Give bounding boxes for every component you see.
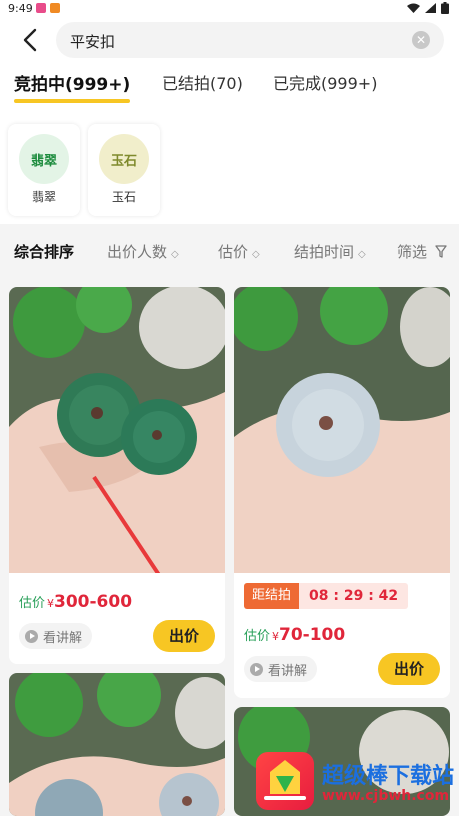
status-time: 9:49 — [8, 2, 33, 15]
play-icon — [25, 629, 38, 643]
search-input[interactable]: 平安扣 ✕ — [56, 22, 444, 58]
category-jadeite[interactable]: 翡翠 翡翠 — [8, 124, 80, 216]
play-icon — [250, 662, 263, 676]
watch-lecture-button[interactable]: 看讲解 — [19, 623, 93, 649]
currency-symbol: ¥ — [47, 597, 55, 610]
jade-donut-photo — [9, 673, 225, 816]
sort-filter-bar: 综合排序 出价人数 ◇ 估价 ◇ 结拍时间 ◇ 筛选 — [0, 224, 459, 276]
price-value: 70-100 — [279, 625, 346, 645]
category-label: 玉石 — [111, 190, 136, 204]
tab-ended[interactable]: 已结拍(70) — [162, 70, 243, 94]
sort-estimate[interactable]: 估价 ◇ — [218, 241, 260, 262]
wifi-icon — [407, 3, 420, 13]
product-card[interactable]: 估价 ¥ 300-600 看讲解 出价 — [9, 287, 225, 664]
search-header: 平安扣 ✕ — [0, 18, 459, 62]
jade-stone-logo-text: 玉石 — [110, 153, 137, 169]
battery-icon — [441, 2, 449, 14]
watch-lecture-button[interactable]: 看讲解 — [244, 656, 318, 682]
currency-symbol: ¥ — [272, 630, 280, 643]
search-query: 平安扣 — [70, 33, 116, 51]
status-bar: 9:49 — [0, 0, 459, 18]
countdown-timer: 08 : 29 : 42 — [299, 583, 409, 609]
filter-label: 筛选 — [397, 243, 428, 261]
estimate-label: 估价 — [19, 596, 46, 611]
sort-toggle-icon: ◇ — [358, 249, 366, 260]
sort-bidders-label: 出价人数 — [107, 243, 168, 261]
category-label: 翡翠 — [31, 190, 56, 204]
sort-bidders[interactable]: 出价人数 ◇ — [107, 241, 179, 262]
download-arrow-icon — [264, 760, 306, 800]
product-card[interactable] — [9, 673, 225, 816]
sort-end-time-label: 结拍时间 — [294, 243, 355, 261]
sort-label: 综合排序 — [14, 243, 75, 261]
category-jade-stone[interactable]: 玉石 玉石 — [88, 124, 160, 216]
tab-bidding[interactable]: 竞拍中(999+) — [14, 70, 131, 103]
notification-icons — [36, 3, 60, 13]
signal-icon — [425, 3, 436, 13]
jadeite-logo-text: 翡翠 — [30, 153, 57, 169]
jadeite-category-image: 翡翠 — [19, 134, 69, 184]
app-notification-icon — [36, 3, 46, 13]
status-tabs: 竞拍中(999+) 已结拍(70) 已完成(999+) — [0, 62, 459, 112]
lecture-label: 看讲解 — [43, 630, 83, 646]
watermark-url: www.cjbwh.com — [322, 788, 450, 804]
countdown: 距结拍 08 : 29 : 42 — [244, 583, 409, 609]
product-image[interactable] — [9, 673, 225, 816]
funnel-icon — [435, 245, 447, 258]
product-image[interactable] — [234, 287, 450, 573]
chevron-left-icon — [23, 28, 37, 52]
sort-end-time[interactable]: 结拍时间 ◇ — [294, 241, 366, 262]
lecture-label: 看讲解 — [268, 663, 308, 679]
sort-toggle-icon: ◇ — [252, 249, 260, 260]
system-icons — [407, 2, 449, 14]
back-button[interactable] — [14, 24, 46, 56]
watermark-name: 超级棒下载站 — [322, 764, 455, 789]
bid-button[interactable]: 出价 — [153, 620, 215, 652]
watermark-logo-icon — [256, 752, 314, 810]
sort-comprehensive[interactable]: 综合排序 — [14, 241, 74, 262]
clear-icon[interactable]: ✕ — [412, 31, 430, 49]
tab-completed[interactable]: 已完成(999+) — [273, 70, 377, 94]
jade-stone-category-image: 玉石 — [99, 134, 149, 184]
jade-donut-photo — [234, 287, 450, 573]
product-card[interactable]: 距结拍 08 : 29 : 42 估价 ¥ 70-100 看讲解 出价 — [234, 287, 450, 698]
product-image[interactable] — [9, 287, 225, 573]
category-row: 翡翠 翡翠 玉石 玉石 — [0, 112, 459, 224]
app-notification-icon-2 — [50, 3, 60, 13]
bid-button[interactable]: 出价 — [378, 653, 440, 685]
jade-donut-photo — [9, 287, 225, 573]
sort-estimate-label: 估价 — [218, 243, 249, 261]
estimate-price: 估价 ¥ 70-100 — [244, 625, 345, 645]
filter-button[interactable]: 筛选 — [397, 241, 447, 262]
site-watermark: 超级棒下载站 www.cjbwh.com — [252, 746, 459, 816]
sort-toggle-icon: ◇ — [171, 249, 179, 260]
countdown-tag: 距结拍 — [244, 583, 300, 609]
estimate-label: 估价 — [244, 629, 271, 644]
price-value: 300-600 — [54, 592, 133, 612]
estimate-price: 估价 ¥ 300-600 — [19, 592, 132, 612]
